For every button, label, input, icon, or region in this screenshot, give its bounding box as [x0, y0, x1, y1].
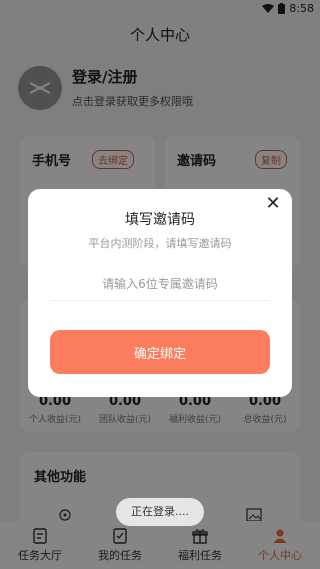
invite-code-dialog: ✕ 填写邀请码 平台内测阶段，请填写邀请码 确定绑定 [28, 189, 292, 397]
invite-code-input[interactable] [50, 267, 270, 301]
confirm-bind-button[interactable]: 确定绑定 [50, 330, 270, 374]
dialog-subtitle: 平台内测阶段，请填写邀请码 [88, 237, 232, 250]
dialog-title: 填写邀请码 [125, 212, 195, 228]
loading-toast: 正在登录.... [116, 498, 204, 526]
